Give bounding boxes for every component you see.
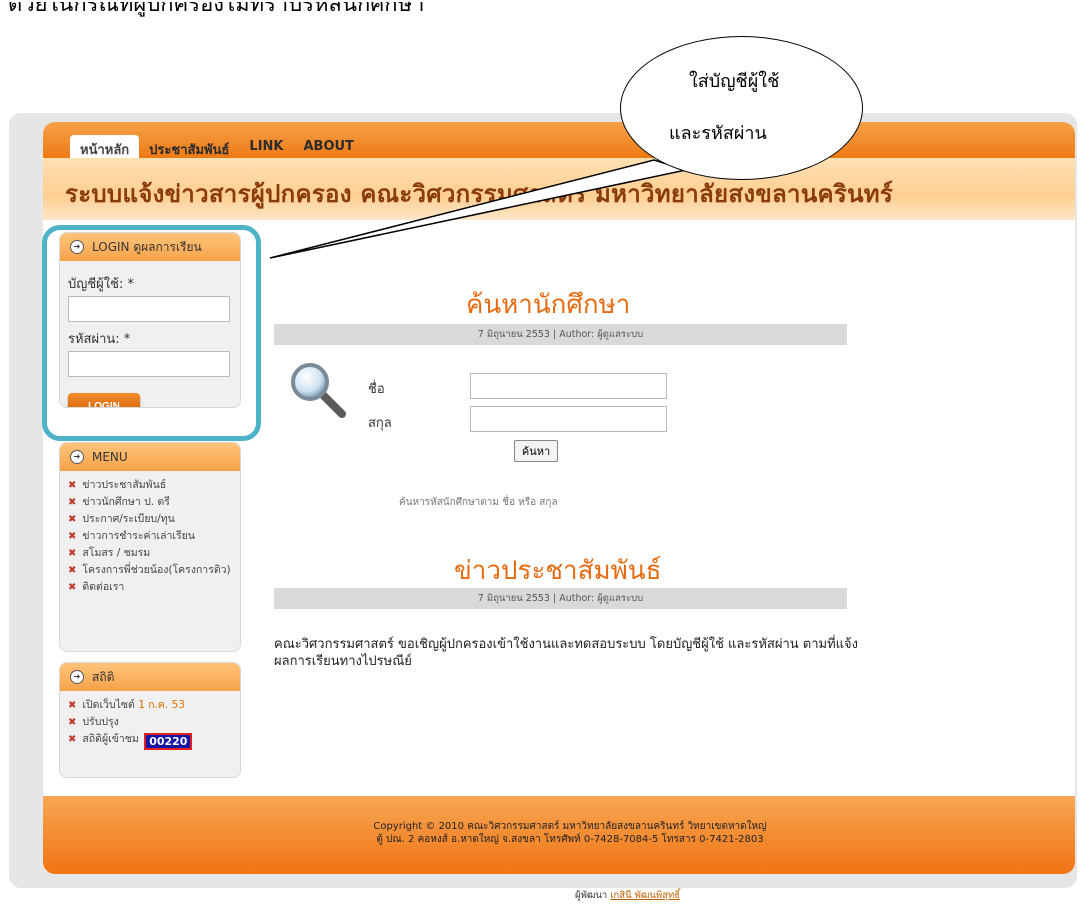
callout-line2: และรหัสผ่าน (669, 123, 767, 144)
callout-pointer (269, 159, 689, 259)
callout-bubble (620, 36, 863, 180)
callout-line1: ใส่บัญชีผู้ใช้ (689, 71, 780, 92)
